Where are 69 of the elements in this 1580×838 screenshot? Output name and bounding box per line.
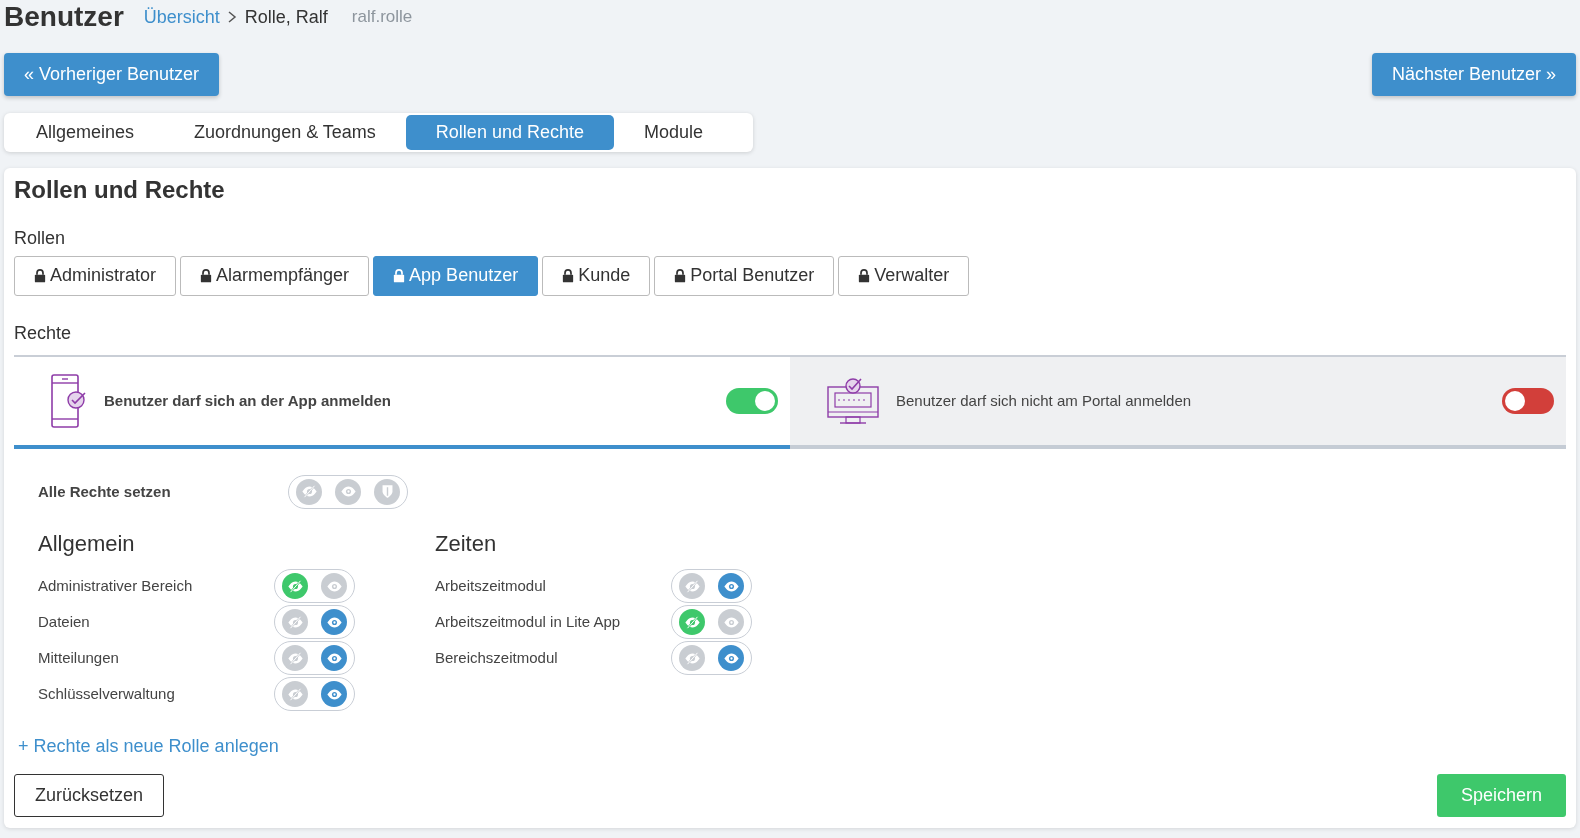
eye-slash-icon [683, 649, 701, 667]
role-button[interactable]: App Benutzer [373, 255, 539, 296]
phone-check-icon [50, 372, 88, 429]
rights-label: Rechte [14, 321, 73, 345]
eye-slash-toggle[interactable] [282, 645, 308, 672]
eye-toggle[interactable] [321, 573, 347, 600]
previous-user-button[interactable]: « Vorheriger Benutzer [4, 53, 220, 96]
role-button[interactable]: Administrator [14, 255, 177, 296]
breadcrumb-current: Rolle, Ralf [244, 5, 328, 29]
username-label: ralf.rolle [351, 6, 413, 29]
eye-toggle[interactable] [718, 573, 744, 600]
eye-slash-icon [286, 613, 304, 631]
eye-toggle[interactable] [718, 645, 744, 672]
eye-slash-toggle[interactable] [679, 573, 705, 600]
role-button[interactable]: Portal Benutzer [654, 255, 835, 296]
eye-slash-icon [300, 483, 318, 501]
page-title: Benutzer [4, 0, 124, 34]
shield-toggle[interactable] [374, 478, 400, 505]
role-button[interactable]: Kunde [542, 255, 651, 296]
lock-icon [562, 268, 575, 284]
role-button[interactable]: Alarmempfänger [180, 255, 370, 296]
eye-toggle[interactable] [321, 609, 347, 636]
login-tab[interactable]: Benutzer darf sich nicht am Portal anmelden [790, 356, 1566, 449]
toggle-switch[interactable] [1502, 387, 1554, 414]
group-title: Zeiten [435, 530, 498, 558]
role-button[interactable]: Verwalter [838, 255, 970, 296]
lock-icon [393, 268, 406, 284]
next-user-button[interactable]: Nächster Benutzer » [1371, 53, 1576, 96]
login-permission-label: Benutzer darf sich nicht am Portal anmelden [896, 390, 1193, 411]
roles-label: Rollen [14, 226, 67, 250]
eye-slash-icon [286, 649, 304, 667]
tab[interactable]: Module [613, 115, 733, 150]
permission-label: Arbeitszeitmodul in Lite App [435, 611, 622, 632]
eye-toggle[interactable] [321, 681, 347, 708]
tab[interactable]: Zuordnungen & Teams [164, 115, 406, 150]
permission-label: Dateien [38, 611, 91, 632]
chevron-right-icon [227, 11, 237, 23]
permission-label: Mitteilungen [38, 647, 120, 668]
eye-toggle[interactable] [718, 609, 744, 636]
lock-icon [674, 268, 687, 284]
permission-label: Bereichszeitmodul [435, 647, 559, 668]
section-title: Rollen und Rechte [14, 176, 226, 205]
eye-slash-icon [683, 577, 701, 595]
monitor-check-icon [826, 376, 880, 425]
tab[interactable]: Rollen und Rechte [405, 115, 614, 150]
eye-slash-toggle[interactable] [282, 573, 308, 600]
eye-slash-toggle[interactable] [282, 609, 308, 636]
group-title: Allgemein [38, 530, 136, 558]
login-permission-label: Benutzer darf sich an der App anmelden [104, 390, 392, 411]
tab[interactable]: Allgemeines [6, 115, 165, 150]
eye-slash-toggle[interactable] [282, 681, 308, 708]
reset-button[interactable]: Zurücksetzen [14, 774, 165, 818]
eye-slash-toggle[interactable] [679, 609, 705, 636]
lock-icon [858, 268, 871, 284]
eye-slash-toggle[interactable] [679, 645, 705, 672]
permission-label: Schlüsselverwaltung [38, 683, 176, 704]
eye-slash-icon [683, 613, 701, 631]
set-all-label: Alle Rechte setzen [38, 481, 172, 502]
eye-toggle[interactable] [335, 478, 361, 505]
permission-label: Arbeitszeitmodul [435, 575, 547, 596]
toggle-switch[interactable] [726, 387, 778, 414]
eye-toggle[interactable] [321, 645, 347, 672]
eye-slash-icon [286, 577, 304, 595]
lock-icon [200, 268, 213, 284]
eye-slash-toggle[interactable] [296, 478, 322, 505]
permission-label: Administrativer Bereich [38, 575, 194, 596]
new-role-link[interactable]: + Rechte als neue Rolle anlegen [18, 733, 279, 761]
lock-icon [34, 268, 46, 284]
eye-slash-icon [286, 685, 304, 703]
